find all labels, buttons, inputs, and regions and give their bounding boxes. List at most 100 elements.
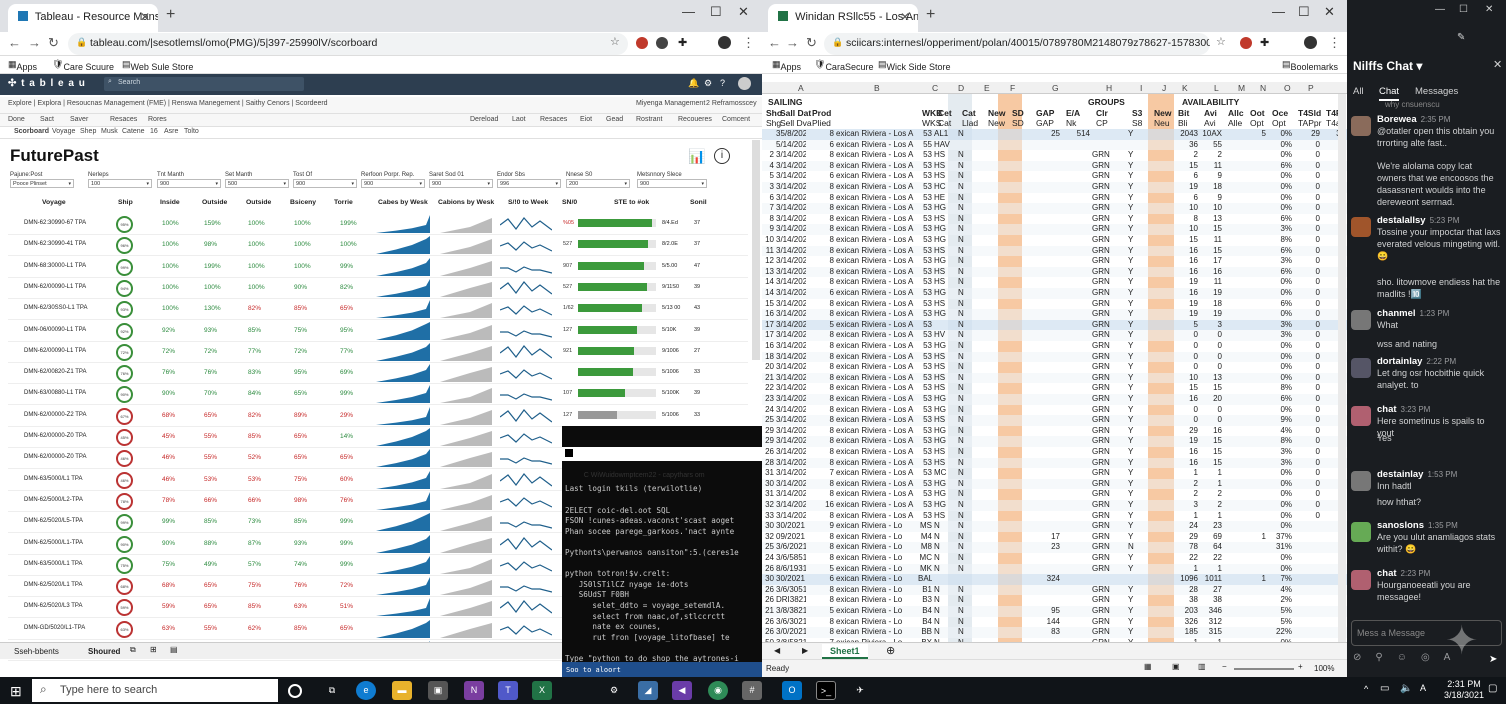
excel-cell[interactable]: GRN [1092, 352, 1126, 363]
excel-cell[interactable]: 21 [762, 373, 774, 384]
excel-cell[interactable]: 36 [1174, 140, 1198, 151]
excel-cell[interactable]: 3/14/2021 [776, 468, 806, 479]
excel-cell[interactable]: 0% [1268, 182, 1292, 193]
excel-cell[interactable]: exican Riviera - Los A [836, 235, 916, 246]
excel-cell[interactable]: 3/14/2021 [776, 362, 806, 373]
excel-cell[interactable]: 0 [1200, 352, 1222, 363]
excel-cell[interactable]: 8 [808, 362, 834, 373]
excel-cell[interactable]: GRN [1092, 224, 1126, 235]
excel-cell[interactable]: 17 [1032, 532, 1060, 543]
right-url-input[interactable]: 🔒 sciicars:internesl/opperiment/polan/40… [824, 33, 1210, 55]
excel-cell[interactable]: HS [934, 362, 956, 373]
excel-cell[interactable]: 8 [808, 436, 834, 447]
excel-cell[interactable]: 09/2021 [776, 532, 806, 543]
task-view-icon[interactable]: ⧉ [322, 681, 342, 700]
maximize-icon[interactable]: ☐ [710, 4, 722, 20]
filter-dropdown[interactable]: 100 ▾ [88, 179, 152, 188]
excel-cell[interactable]: 0 [1294, 426, 1320, 437]
excel-cell[interactable]: 10 [1200, 203, 1222, 214]
excel-cell[interactable]: DRI3821 [776, 595, 806, 606]
excel-cell[interactable]: 8 [808, 299, 834, 310]
excel-cell[interactable]: GRN [1092, 193, 1126, 204]
column-letter[interactable]: A [798, 83, 804, 93]
puzzle-icon[interactable]: ✚ [1260, 36, 1269, 49]
volume-icon[interactable]: 🔈 [1400, 683, 1412, 694]
visual-studio-icon[interactable]: ◀ [672, 681, 692, 700]
voyage-cell[interactable]: DMN-GD/5020/L1-TPA [24, 625, 85, 631]
new-tab-icon[interactable]: + [926, 6, 935, 24]
excel-cell[interactable]: 53 [918, 214, 932, 225]
excel-cell[interactable]: exican Riviera - Lo [836, 585, 916, 596]
excel-cell[interactable]: GRN [1092, 426, 1126, 437]
excel-cell[interactable]: GRN [1092, 415, 1126, 426]
spreadsheet-grid[interactable]: A B C D E F G H I J K L M N O P SAILING GROUPS AVAILABILIT… [762, 82, 1347, 642]
excel-cell[interactable]: 55 [1200, 140, 1222, 151]
excel-cell[interactable]: N [958, 277, 982, 288]
new-story-icon[interactable]: ▤ [170, 645, 178, 654]
excel-cell[interactable]: HG [934, 224, 956, 235]
excel-cell[interactable]: 24 [762, 405, 774, 416]
excel-cell[interactable]: Y [1128, 564, 1148, 575]
excel-cell[interactable]: Y [1128, 394, 1148, 405]
excel-cell[interactable]: 15 [1200, 224, 1222, 235]
column-letter[interactable]: O [1284, 83, 1291, 93]
excel-cell[interactable]: 8 [808, 352, 834, 363]
column-letter[interactable]: I [1140, 83, 1142, 93]
excel-cell[interactable]: 0 [1294, 224, 1320, 235]
excel-cell[interactable]: Y [1128, 129, 1148, 140]
apps-bookmark[interactable]: ▦ Apps [772, 59, 801, 72]
excel-cell[interactable]: 26 [762, 585, 774, 596]
excel-cell[interactable]: 0% [1268, 129, 1292, 140]
excel-cell[interactable]: 3/14/2021 [776, 447, 806, 458]
excel-cell[interactable]: 0% [1268, 373, 1292, 384]
excel-cell[interactable]: 0 [1294, 235, 1320, 246]
excel-cell[interactable]: HS [934, 214, 956, 225]
sheet-nav-left-icon[interactable]: ◀ [774, 646, 780, 655]
excel-cell[interactable]: GRN [1092, 214, 1126, 225]
excel-cell[interactable]: N [934, 627, 956, 638]
excel-cell[interactable]: 69 [1200, 532, 1222, 543]
tb-dereload[interactable]: Dereload [470, 116, 498, 123]
excel-cell[interactable]: Y [1128, 288, 1148, 299]
excel-cell[interactable]: GRN [1092, 436, 1126, 447]
excel-cell[interactable]: 25 [762, 415, 774, 426]
excel-cell[interactable]: exican Riviera - Los A [836, 415, 916, 426]
excel-cell[interactable]: exican Riviera - Los A [836, 161, 916, 172]
excel-cell[interactable]: exican Riviera - Los A [836, 436, 916, 447]
excel-cell[interactable]: N [958, 224, 982, 235]
excel-cell[interactable]: 8 [808, 489, 834, 500]
excel-cell[interactable]: 28 [1174, 585, 1198, 596]
chrome-taskbar-icon[interactable]: ◉ [708, 681, 728, 700]
excel-cell[interactable]: N [958, 246, 982, 257]
excel-cell[interactable]: 6 [808, 574, 834, 585]
excel-cell[interactable]: 0 [1200, 330, 1222, 341]
excel-cell[interactable]: exican Riviera - Lo [836, 564, 916, 575]
excel-cell[interactable]: Y [1128, 500, 1148, 511]
excel-cell[interactable]: 26 [762, 595, 774, 606]
voyage-cell[interactable]: DMN-62:30990-41 TPA [24, 241, 86, 247]
voyage-cell[interactable]: DMN-62/00090-L1 TPA [24, 284, 86, 290]
new-sheet-icon[interactable]: ⧉ [130, 645, 136, 655]
excel-cell[interactable]: 53 [918, 426, 932, 437]
excel-cell[interactable]: 53 [918, 352, 932, 363]
excel-cell[interactable]: exican Riviera - Los A [836, 193, 916, 204]
excel-cell[interactable]: 514 [1062, 129, 1090, 140]
chat-message[interactable]: chat 2:23 PM Hourganoeeatli you are messag… [1351, 568, 1503, 603]
excel-cell[interactable]: 15 [1200, 383, 1222, 394]
column-letter[interactable]: K [1182, 83, 1188, 93]
column-letter[interactable]: M [1238, 83, 1245, 93]
excel-cell[interactable]: 3% [1268, 224, 1292, 235]
voyage-cell[interactable]: DMN-63/00880-L1 TPA [24, 390, 86, 396]
voyage-cell[interactable]: DMN-62:30990-67 TPA [24, 220, 86, 226]
excel-cell[interactable]: GRN [1092, 405, 1126, 416]
excel-cell[interactable]: exican Riviera - Los A [836, 150, 916, 161]
excel-cell[interactable]: exican Riviera - Los A [836, 500, 916, 511]
excel-cell[interactable]: 8 [808, 415, 834, 426]
excel-cell[interactable]: Y [1128, 405, 1148, 416]
excel-cell[interactable]: 14 [762, 288, 774, 299]
excel-cell[interactable]: 1 [1174, 468, 1198, 479]
excel-cell[interactable]: 32 [762, 532, 774, 543]
excel-cell[interactable]: 19 [1174, 436, 1198, 447]
excel-cell[interactable]: 8 [808, 129, 834, 140]
excel-cell[interactable]: 0 [1294, 277, 1320, 288]
